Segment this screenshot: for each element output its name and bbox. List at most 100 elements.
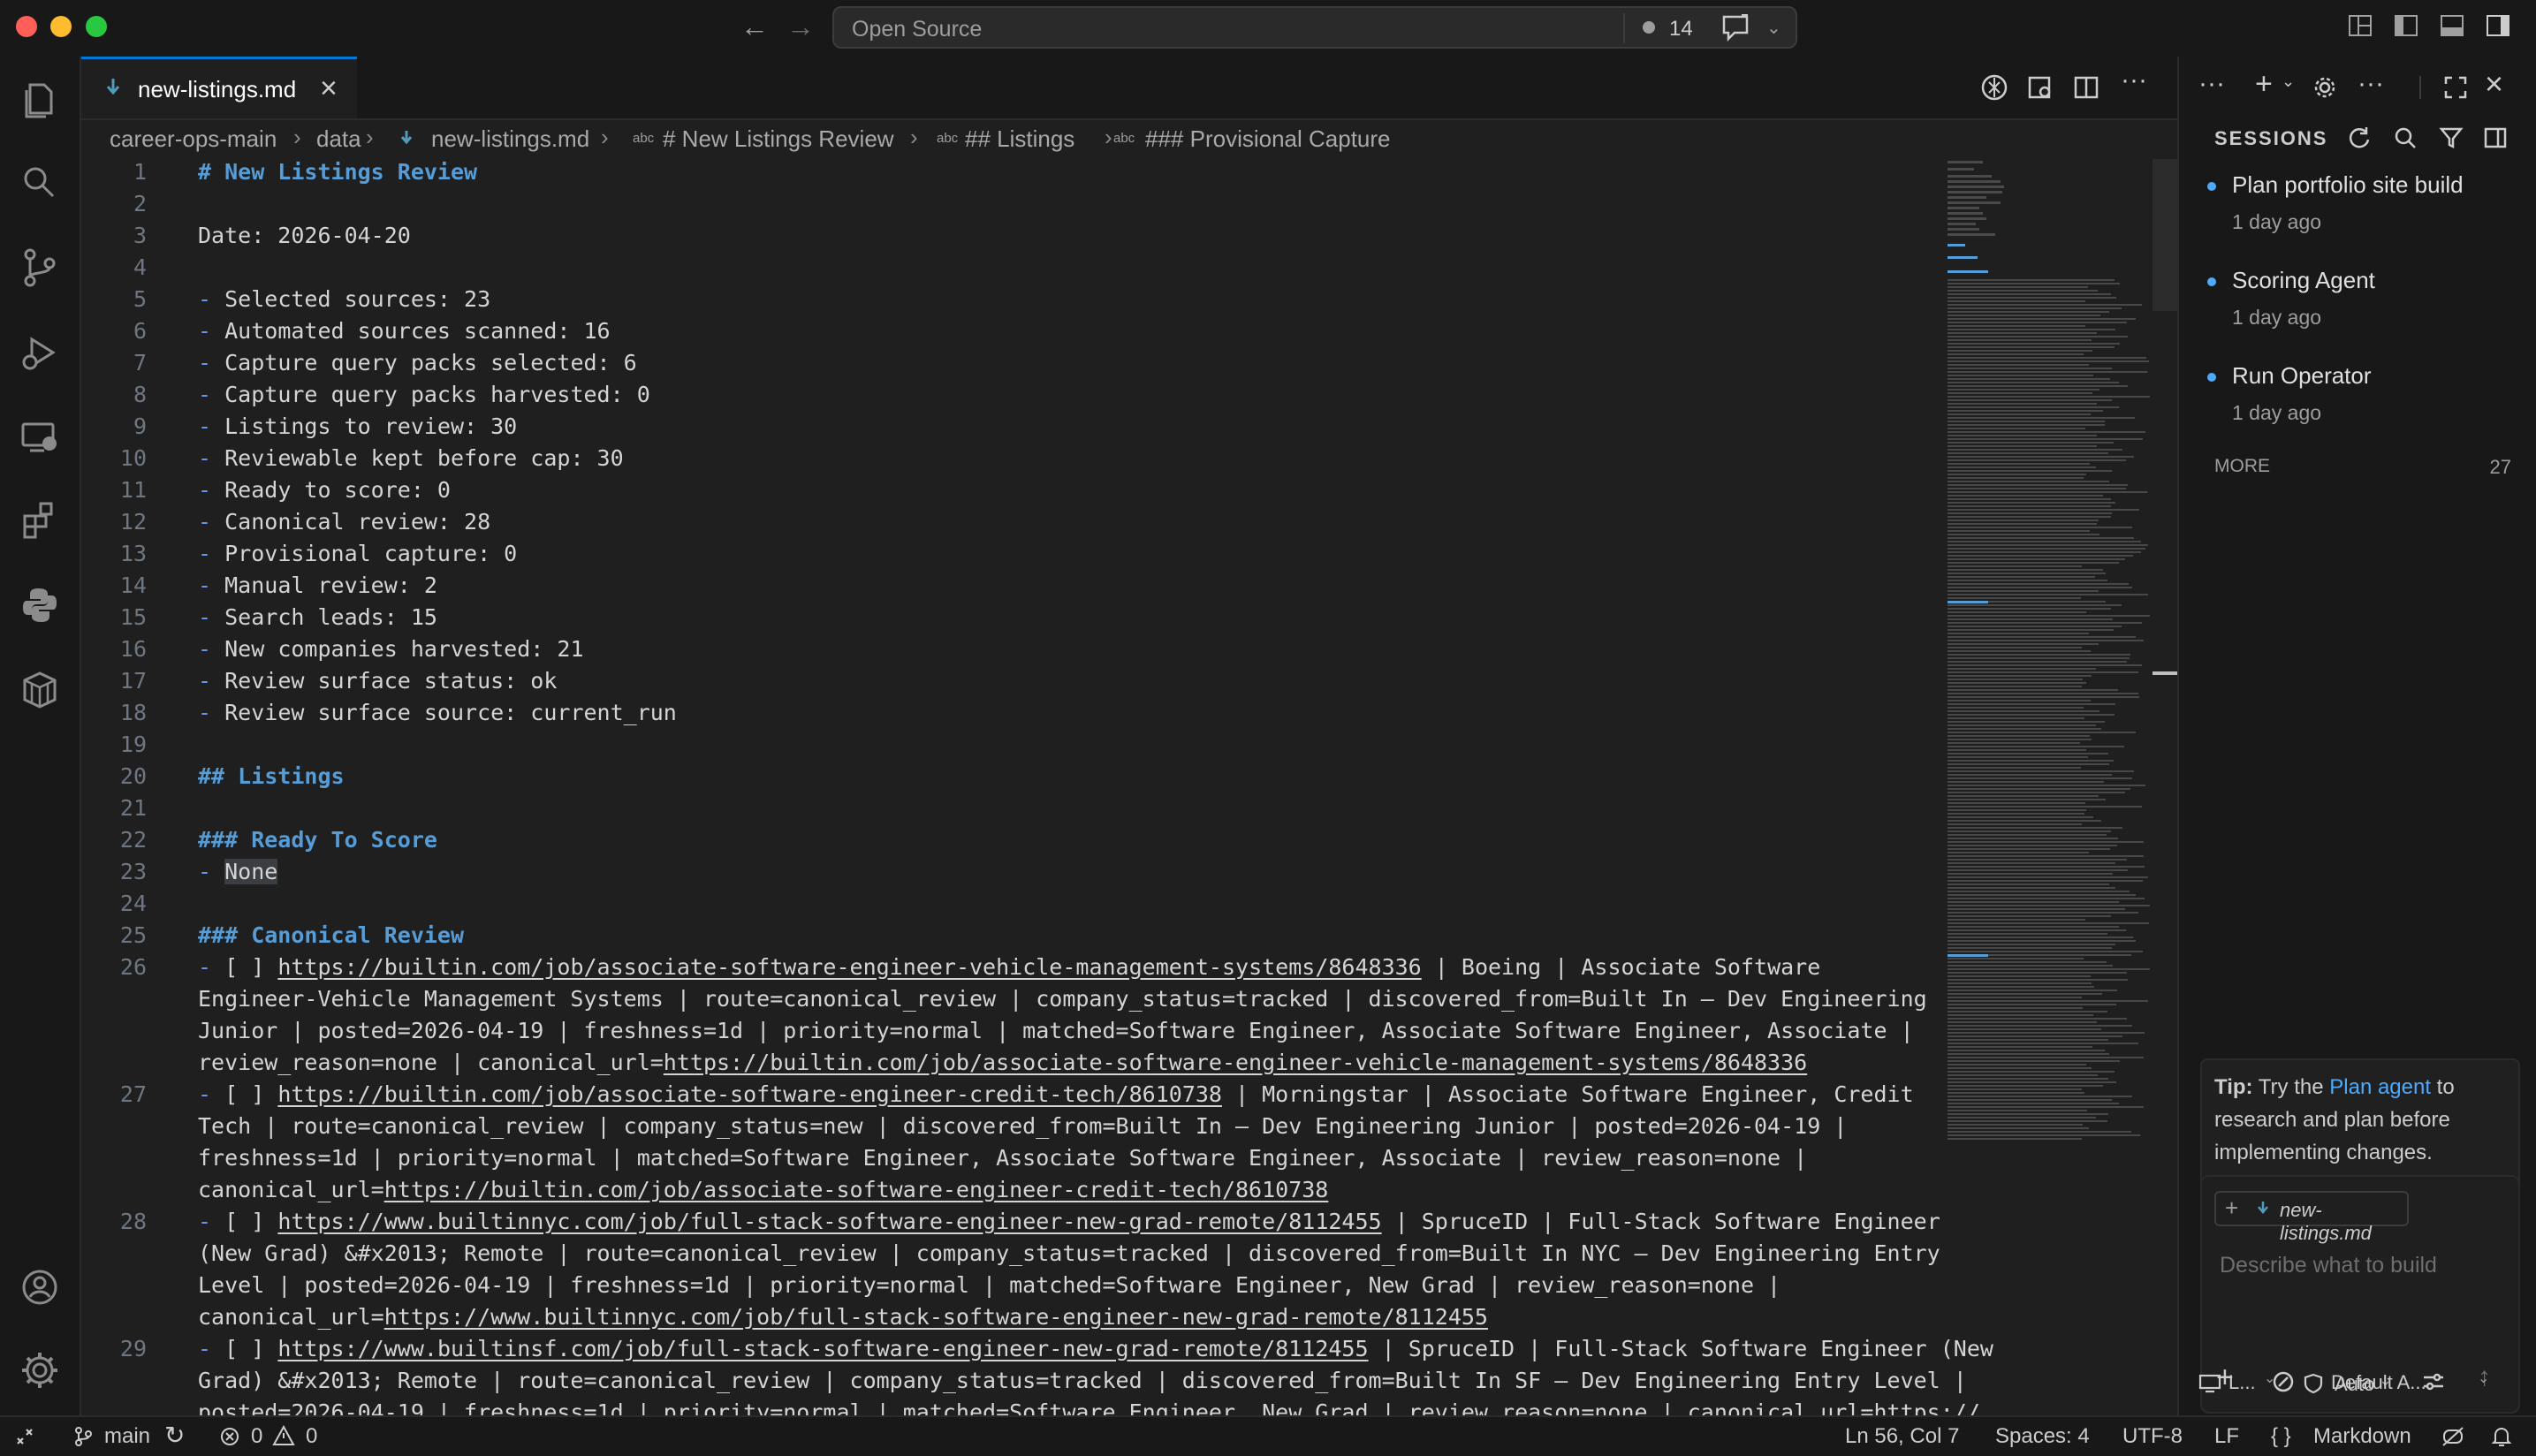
more-sessions-button[interactable]: MORE [2214,456,2270,477]
problems-count[interactable]: 14 [1669,17,1693,42]
chevron-down-icon[interactable]: ⌄ [2478,1369,2489,1387]
chevron-down-icon[interactable]: ⌄ [2282,72,2295,91]
code-text: Automated sources scanned: 16 [224,318,611,344]
errors-count[interactable]: 0 [251,1424,262,1449]
chevron-down-icon[interactable]: ⌄ [1766,17,1781,39]
checkbox-marker: [ ] [224,954,278,980]
breadcrumb-item[interactable]: # New Listings Review [663,125,894,153]
language-mode[interactable]: Markdown [2313,1424,2411,1449]
scrollbar-thumb[interactable] [2153,159,2177,311]
run-and-debug-icon[interactable] [18,330,62,375]
copilot-disabled-icon[interactable] [2441,1425,2465,1448]
add-context-icon[interactable]: + [2225,1194,2238,1222]
customize-layout-icon[interactable] [2347,12,2373,39]
code-line: - Review surface status: ok [198,668,557,694]
breadcrumb-item[interactable]: new-listings.md [431,125,589,153]
python-icon[interactable] [18,583,62,627]
indentation[interactable]: Spaces: 4 [1995,1424,2090,1449]
toggle-secondary-sidebar-icon[interactable] [2485,12,2511,39]
approvals-picker[interactable]: Default A... [2331,1371,2426,1394]
settings-gear-icon[interactable] [18,1348,62,1392]
listing-link[interactable]: https://www.builtinsf.com/job/full-stack… [277,1336,1368,1361]
minimap[interactable] [1948,159,2153,1149]
code-line: Engineer-Vehicle Management Systems | ro… [198,986,1927,1012]
breadcrumb: career-ops-main › data › new-listings.md… [81,120,2177,159]
list-bullet: - [198,700,225,725]
canonical-link[interactable]: https://builtin.com/job/associate-softwa… [664,1050,1807,1075]
breadcrumb-item[interactable]: ## Listings [965,125,1074,153]
extensions-icon[interactable] [18,498,62,542]
search-icon[interactable] [2393,125,2418,150]
code-text: New companies harvested: 21 [224,636,584,662]
plan-agent-link[interactable]: Plan agent [2329,1075,2431,1099]
code-text: Capture query packs harvested: 0 [224,382,650,407]
chevron-down-icon[interactable]: ⌄ [2264,1369,2275,1387]
remote-explorer-icon[interactable] [18,415,62,459]
more-actions-icon[interactable]: ··· [2121,65,2147,95]
new-session-plus-icon[interactable]: + [2255,67,2273,102]
line-number: 17 [119,668,147,694]
containers-icon[interactable] [18,668,62,712]
listing-link[interactable]: https://builtin.com/job/associate-softwa… [277,1081,1222,1107]
canonical-link[interactable]: https://www.builtinnyc.com/job/full-stac… [384,1304,1488,1330]
toggle-panel-icon[interactable] [2439,12,2465,39]
maximize-window-button[interactable] [86,16,107,37]
open-preview-icon[interactable] [2025,72,2055,102]
code-editor[interactable]: 1 2 3 4 5 6 7 8 9 10 11 12 13 14 15 16 1… [81,159,2177,1415]
more-actions-icon[interactable]: ··· [2358,69,2384,99]
end-of-line[interactable]: LF [2214,1424,2239,1449]
refresh-icon[interactable] [2347,125,2372,150]
checkbox-marker: [ ] [224,1081,278,1107]
breadcrumb-item[interactable]: career-ops-main [110,125,277,153]
toggle-sidebar-icon[interactable] [2483,125,2508,150]
back-arrow-icon[interactable]: ← [740,11,769,43]
split-editor-icon[interactable] [2071,72,2101,102]
code-line: canonical_url=https://www.builtinnyc.com… [198,1304,1488,1330]
chevron-right-icon: › [293,124,301,150]
context-file-chip[interactable]: + new-listings.md [2214,1191,2409,1244]
source-control-icon[interactable] [18,246,62,290]
breadcrumb-item[interactable]: data [316,125,361,153]
notifications-bell-icon[interactable] [2490,1425,2513,1448]
location-picker[interactable]: L... [2228,1371,2256,1394]
sync-icon[interactable]: ↻ [164,1421,185,1450]
remote-indicator-icon[interactable] [14,1426,35,1447]
branch-name[interactable]: main [104,1424,150,1449]
encoding[interactable]: UTF-8 [2122,1424,2183,1449]
close-icon[interactable]: × [2485,65,2503,102]
command-center-divider [1623,13,1625,43]
filter-icon[interactable] [2439,125,2464,150]
cursor-position[interactable]: Ln 56, Col 7 [1845,1424,1959,1449]
code-line: posted=2026-04-19 | freshness=1d | prior… [198,1399,1980,1415]
more-actions-icon[interactable]: ··· [2198,69,2225,99]
maximize-icon[interactable] [2442,74,2469,101]
command-center[interactable]: Open Source 14 ⌄ [832,6,1797,49]
line-number: 1 [133,159,147,185]
chat-input[interactable]: Describe what to build [2220,1253,2437,1278]
close-tab-icon[interactable]: × [320,72,338,106]
settings-gear-icon[interactable] [2312,74,2338,101]
listing-link[interactable]: https://www.builtinnyc.com/job/full-stac… [277,1209,1381,1234]
breadcrumb-item[interactable]: ### Provisional Capture [1145,125,1391,153]
listing-link[interactable]: https://builtin.com/job/associate-softwa… [277,954,1421,980]
line-number: 11 [119,477,147,503]
list-bullet: - [198,445,225,471]
chevron-right-icon: › [910,124,918,150]
minimize-window-button[interactable] [50,16,72,37]
chat-icon[interactable] [1720,13,1752,43]
account-icon[interactable] [18,1265,62,1309]
forward-arrow-icon[interactable]: → [786,11,815,43]
list-bullet: - [198,604,225,630]
close-window-button[interactable] [16,16,37,37]
search-icon[interactable] [18,161,62,205]
list-bullet: - [198,350,225,375]
line-number: 27 [119,1081,147,1107]
code-text: | Morningstar | Associate Software Engin… [1221,1081,1914,1107]
tab-new-listings[interactable]: new-listings.md × [81,57,357,118]
toggle-primary-sidebar-icon[interactable] [2393,12,2419,39]
code-text: | SpruceID | Full-Stack Software Enginee… [1381,1209,1940,1234]
copilot-openai-icon[interactable] [1979,72,2009,102]
warnings-count[interactable]: 0 [306,1424,317,1449]
explorer-icon[interactable] [18,78,62,122]
canonical-link[interactable]: https://builtin.com/job/associate-softwa… [384,1177,1329,1202]
